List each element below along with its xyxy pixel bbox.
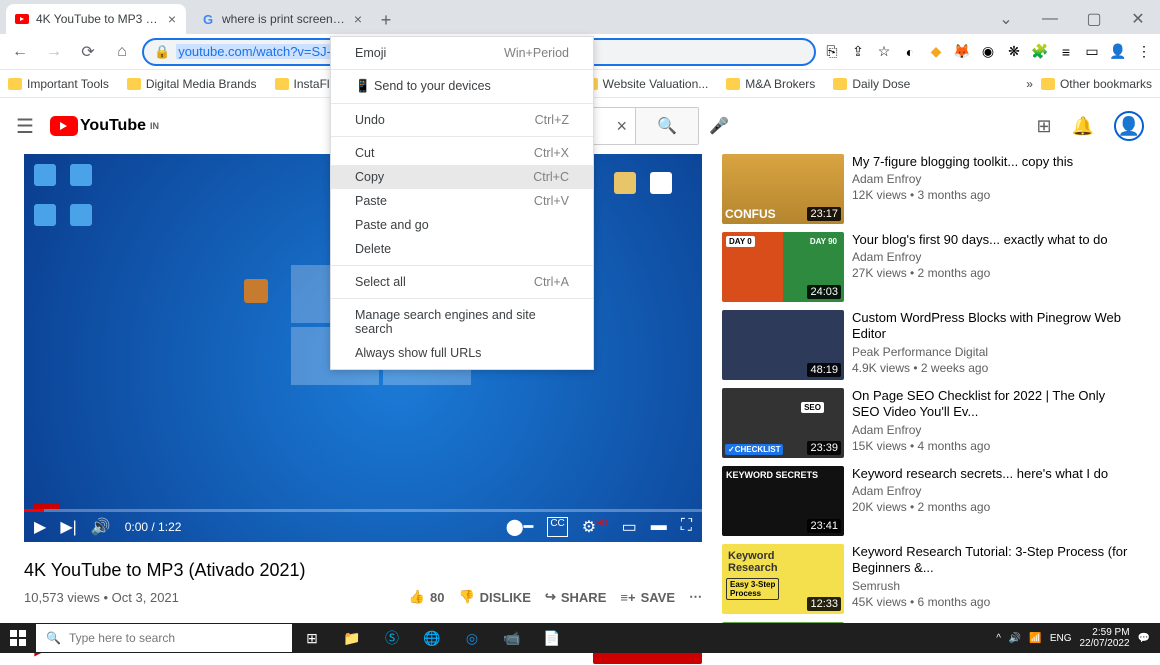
volume-icon[interactable]: 🔊 [1009,633,1021,644]
clear-icon[interactable]: × [616,116,627,137]
ext-icon[interactable]: 🦊 [952,42,972,62]
share-icon[interactable]: ⇪ [848,42,868,62]
ext-icon[interactable]: ◐ [900,42,920,62]
new-tab-button[interactable]: + [372,6,400,34]
cc-icon[interactable]: CC [547,517,567,537]
context-menu-item[interactable]: CopyCtrl+C [331,165,593,189]
reload-button[interactable]: ⟳ [74,38,102,66]
profile-icon[interactable]: 👤 [1108,42,1128,62]
taskbar-search[interactable]: 🔍 Type here to search [36,624,292,652]
start-button[interactable] [0,623,36,653]
ext-icon[interactable]: ≡ [1056,42,1076,62]
context-menu-item[interactable]: Delete [331,237,593,261]
notepad-icon[interactable]: 📄 [532,623,572,653]
zoom-icon[interactable]: 📹 [492,623,532,653]
player-time: 0:00 / 1:22 [125,520,182,534]
video-title: 4K YouTube to MP3 (Ativado 2021) [24,560,702,581]
chevron-down-icon[interactable]: ⌄ [984,4,1028,34]
recommended-item[interactable]: 23:41Keyword research secrets... here's … [722,466,1136,536]
windows-taskbar: 🔍 Type here to search ⊞ 📁 Ⓢ 🌐 ◎ 📹 📄 ^ 🔊 … [0,623,1160,653]
context-menu-item[interactable]: Always show full URLs [331,341,593,365]
miniplayer-icon[interactable]: ▭ [622,517,637,537]
close-tab-icon[interactable]: × [166,11,178,27]
hamburger-icon[interactable]: ☰ [16,114,34,139]
theater-icon[interactable]: ▬ [651,517,667,537]
like-button[interactable]: 👍 80 [409,589,445,605]
extensions-icon[interactable]: 🧩 [1030,42,1050,62]
star-icon[interactable]: ☆ [874,42,894,62]
ext-icon[interactable]: ◉ [978,42,998,62]
other-bookmarks[interactable]: Other bookmarks [1041,77,1152,91]
ext-icon[interactable]: ◆ [926,42,946,62]
save-button[interactable]: ≡+ SAVE [620,590,675,605]
play-icon[interactable]: ▶ [34,517,46,537]
youtube-favicon [14,11,30,27]
tray-overflow-icon[interactable]: ^ [996,633,1001,644]
bookmark-item[interactable]: Daily Dose [833,77,910,91]
ext-icon[interactable]: ❋ [1004,42,1024,62]
recommended-item[interactable]: 48:19Custom WordPress Blocks with Pinegr… [722,310,1136,380]
google-favicon: G [200,11,216,27]
browser-tab-inactive[interactable]: G where is print screen saved - Go... × [192,4,372,34]
reader-icon[interactable]: ▭ [1082,42,1102,62]
context-menu-item[interactable]: 📱 Send to your devices [331,74,593,99]
avatar[interactable]: 👤 [1114,111,1144,141]
search-button[interactable]: 🔍 [635,107,699,145]
notifications-icon[interactable]: 🔔 [1072,116,1094,137]
recommended-item[interactable]: KeywordResearchEasy 3-StepProcess12:33Ke… [722,544,1136,614]
recommended-item[interactable]: DAY 0DAY 9024:03Your blog's first 90 day… [722,232,1136,302]
context-menu-item[interactable]: CutCtrl+X [331,141,593,165]
more-icon[interactable]: ⋯ [689,589,702,605]
bookmark-item[interactable]: Important Tools [8,77,109,91]
clock[interactable]: 2:59 PM22/07/2022 [1079,627,1129,649]
next-icon[interactable]: ▶| [60,517,76,537]
tab-title: 4K YouTube to MP3 (Ativado 202... [36,12,160,26]
create-icon[interactable]: ⊞ [1036,116,1051,137]
dislike-button[interactable]: 👎 DISLIKE [458,589,530,605]
context-menu-item[interactable]: EmojiWin+Period [331,41,593,65]
context-menu-item[interactable]: PasteCtrl+V [331,189,593,213]
maximize-icon[interactable]: ▢ [1072,4,1116,34]
mic-icon[interactable]: 🎤 [699,116,739,136]
context-menu-item[interactable]: Select allCtrl+A [331,270,593,294]
home-button[interactable]: ⌂ [108,38,136,66]
close-icon[interactable]: ✕ [1116,4,1160,34]
youtube-logo[interactable]: YouTubeIN [50,116,159,136]
task-view-icon[interactable]: ⊞ [292,623,332,653]
video-views: 10,573 views • Oct 3, 2021 [24,590,179,605]
bookmark-item[interactable]: Digital Media Brands [127,77,257,91]
wifi-icon[interactable]: 📶 [1029,633,1041,644]
overflow-icon[interactable]: » [1026,77,1033,91]
autoplay-toggle[interactable]: ⬤━ [506,517,534,537]
tab-title: where is print screen saved - Go... [222,12,346,26]
context-menu-item[interactable]: UndoCtrl+Z [331,108,593,132]
install-icon[interactable]: ⎘ [822,42,842,62]
bookmark-item[interactable]: Website Valuation... [584,77,709,91]
chrome-icon[interactable]: 🌐 [412,623,452,653]
lock-icon: 🔒 [154,44,170,60]
teamviewer-icon[interactable]: ◎ [452,623,492,653]
fullscreen-icon[interactable]: ⛶ [681,517,692,537]
menu-icon[interactable]: ⋮ [1134,42,1154,62]
minimize-icon[interactable]: — [1028,4,1072,34]
context-menu: EmojiWin+Period 📱 Send to your devices Und… [330,36,594,370]
context-menu-item[interactable]: Paste and go [331,213,593,237]
recommended-item[interactable]: SEO✓CHECKLIST23:39On Page SEO Checklist … [722,388,1136,458]
action-center-icon[interactable]: 💬 [1138,633,1150,644]
back-button[interactable]: ← [6,38,34,66]
share-button[interactable]: ↪ SHARE [545,589,606,605]
forward-button: → [40,38,68,66]
browser-tab-active[interactable]: 4K YouTube to MP3 (Ativado 202... × [6,4,186,34]
language-indicator[interactable]: ENG [1050,633,1072,644]
volume-icon[interactable]: 🔊 [91,517,111,537]
skype-icon[interactable]: Ⓢ [372,623,412,653]
recommended-item[interactable]: 23:17My 7-figure blogging toolkit... cop… [722,154,1136,224]
context-menu-item[interactable]: Manage search engines and site search [331,303,593,341]
close-tab-icon[interactable]: × [352,11,364,27]
explorer-icon[interactable]: 📁 [332,623,372,653]
bookmark-item[interactable]: M&A Brokers [726,77,815,91]
settings-icon[interactable]: ⚙HD [582,517,608,537]
